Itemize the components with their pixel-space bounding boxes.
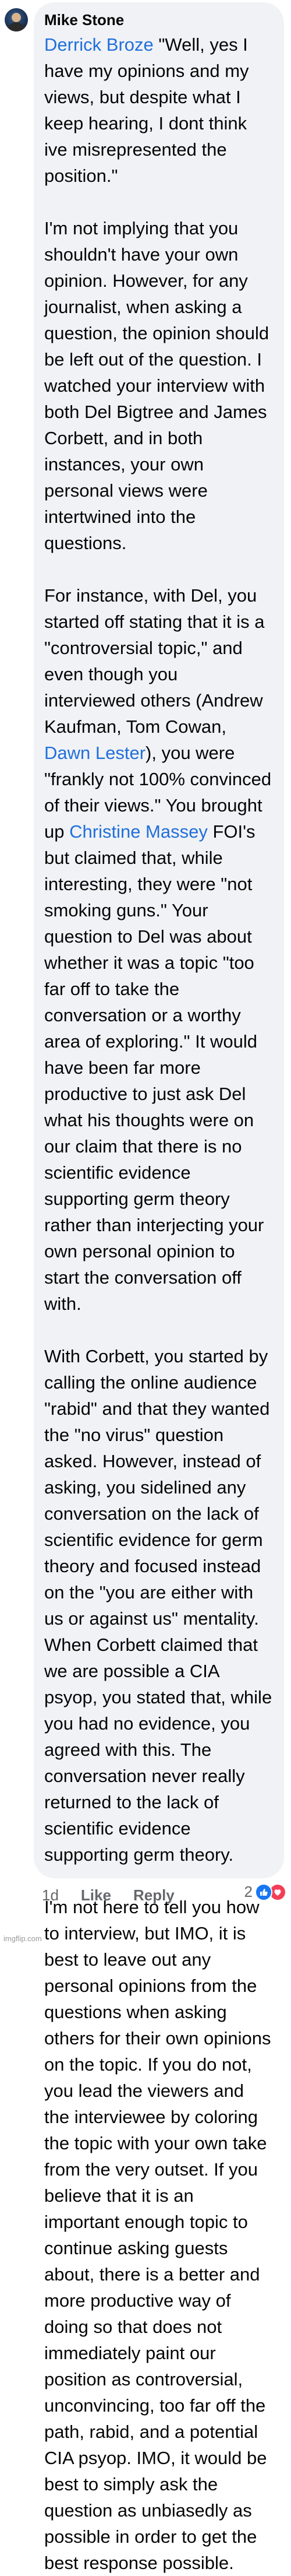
comment-text: With Corbett, you started by calling the… [44, 1346, 272, 1865]
reaction-summary[interactable]: 2 [244, 1883, 286, 1901]
comment-text: FOI's but claimed that, while interestin… [44, 821, 264, 1314]
comment-text: I'm not here to tell you how to intervie… [44, 1897, 271, 2573]
comment-paragraph: Derrick Broze "Well, yes I have my opini… [44, 31, 274, 189]
comment-timestamp[interactable]: 1d [42, 1886, 59, 1904]
comment-paragraph: I'm not here to tell you how to intervie… [44, 1894, 274, 2576]
watermark: imgflip.com [3, 1934, 42, 1943]
comment-paragraph: I'm not implying that you shouldn't have… [44, 215, 274, 556]
avatar[interactable] [5, 8, 28, 31]
comment-body: Derrick Broze "Well, yes I have my opini… [44, 31, 274, 2576]
avatar-shoulders [7, 22, 26, 31]
mention-link[interactable]: Christine Massey [69, 821, 208, 842]
comment-paragraph: For instance, with Del, you started off … [44, 582, 274, 1317]
comment-text: "Well, yes I have my opinions and my vie… [44, 34, 249, 186]
like-icon [255, 1883, 272, 1901]
comment-actions: 1d Like Reply [42, 1886, 197, 1904]
reaction-count: 2 [244, 1883, 253, 1900]
comment-text: For instance, with Del, you started off … [44, 585, 265, 737]
comment-bubble: Mike Stone Derrick Broze "Well, yes I ha… [34, 2, 284, 2573]
mention-link[interactable]: Derrick Broze [44, 34, 154, 55]
reply-button[interactable]: Reply [133, 1886, 175, 1904]
comment-text: I'm not implying that you shouldn't have… [44, 218, 269, 553]
comment-paragraph: With Corbett, you started by calling the… [44, 1343, 274, 1868]
mention-link[interactable]: Dawn Lester [44, 743, 146, 763]
avatar-head [12, 13, 21, 22]
comment-author[interactable]: Mike Stone [44, 10, 274, 29]
like-button[interactable]: Like [81, 1886, 111, 1904]
